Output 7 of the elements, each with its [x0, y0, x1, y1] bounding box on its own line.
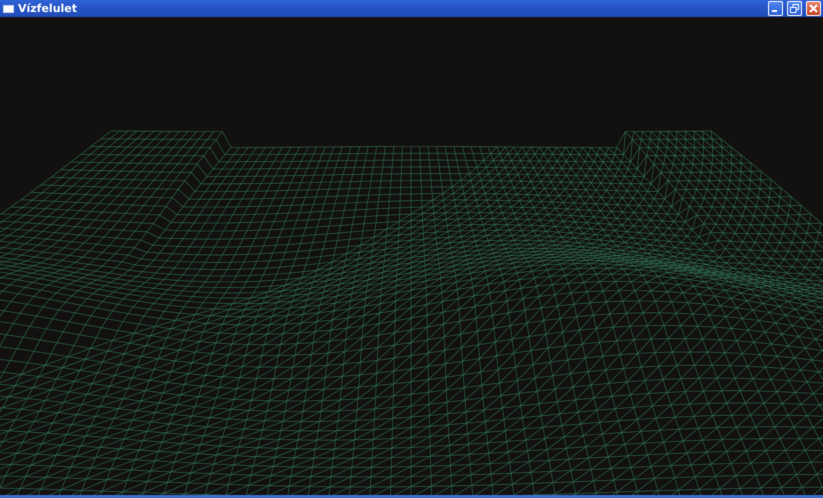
window-title: Vízfelulet	[18, 3, 78, 14]
close-icon	[809, 4, 818, 13]
window-icon	[3, 4, 14, 12]
restore-button[interactable]	[787, 1, 802, 16]
minimize-button[interactable]	[768, 1, 783, 16]
restore-icon	[790, 4, 799, 13]
close-button[interactable]	[806, 1, 821, 16]
